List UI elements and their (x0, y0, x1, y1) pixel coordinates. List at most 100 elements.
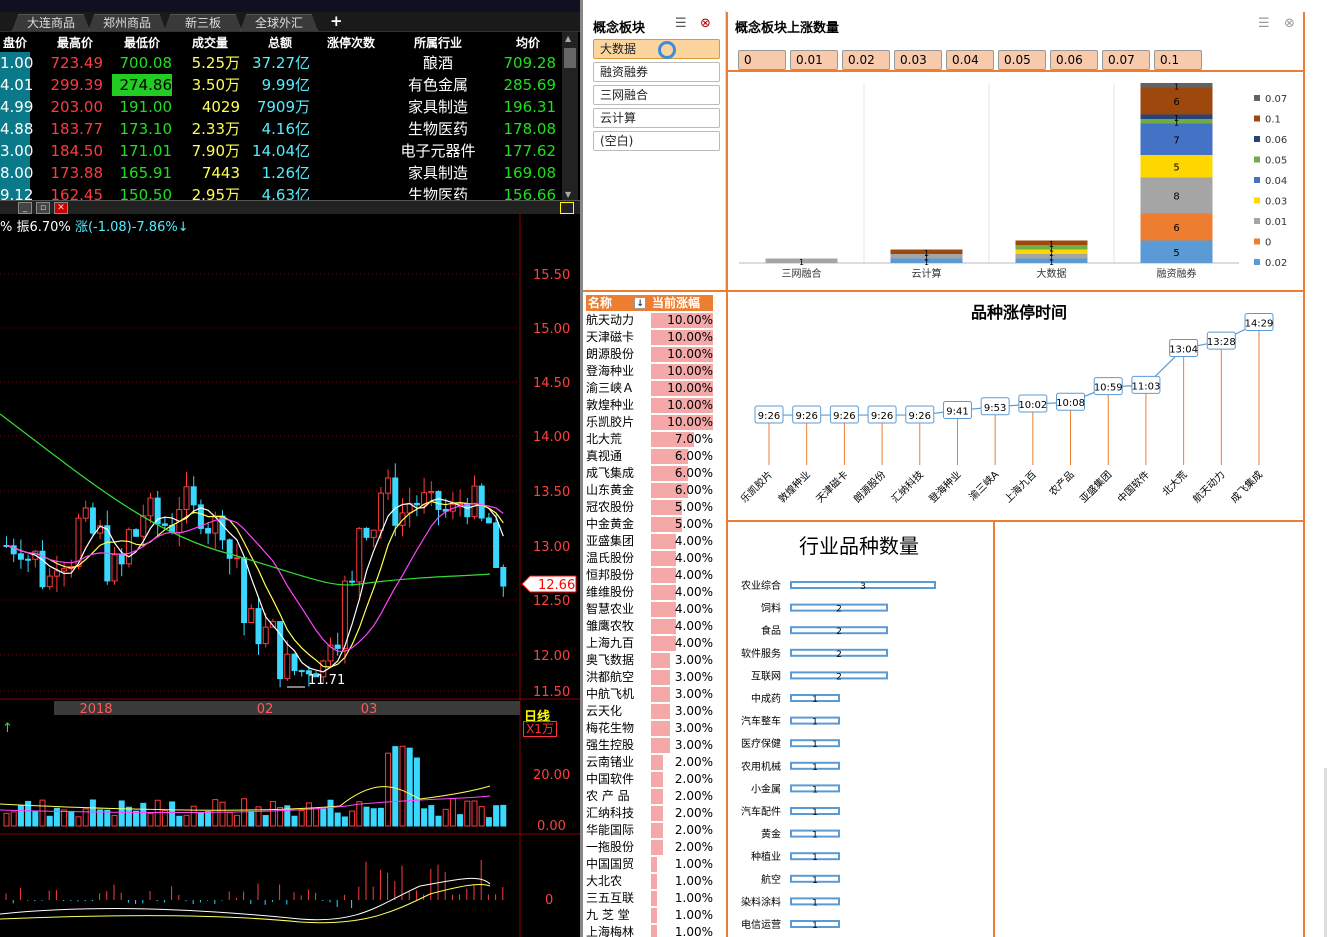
maximize-icon[interactable] (560, 202, 574, 214)
col-industry[interactable]: 所属行业 (400, 34, 476, 51)
stock-row[interactable]: 中国国贸 1.00% (586, 856, 713, 873)
stock-row[interactable]: 九 芝 堂 1.00% (586, 907, 713, 924)
stock-row[interactable]: 一拖股份 2.00% (586, 839, 713, 856)
scroll-thumb[interactable] (564, 48, 576, 68)
volume-bar (385, 752, 392, 827)
volume-bar (32, 810, 39, 827)
quote-row[interactable]: 3.00 184.50 171.01 7.90万 14.04亿 电子元器件 177.62 (0, 140, 562, 162)
tab-neeq[interactable]: 新三板 (164, 14, 242, 31)
tab-zhengzhou[interactable]: 郑州商品 (88, 14, 166, 31)
stock-row[interactable]: 梅花生物 3.00% (586, 720, 713, 737)
filter-button-0_03[interactable]: 0.03 (894, 50, 942, 70)
stock-row[interactable]: 奥飞数据 3.00% (586, 652, 713, 669)
stock-row[interactable]: 洪都航空 3.00% (586, 669, 713, 686)
stock-row[interactable]: 云南锗业 2.00% (586, 754, 713, 771)
stock-row[interactable]: 恒邦股份 4.00% (586, 567, 713, 584)
stock-row[interactable]: 中金黄金 5.00% (586, 516, 713, 533)
volume-bar (248, 810, 255, 827)
quote-scrollbar[interactable]: ▲ ▼ (562, 32, 578, 204)
quote-row[interactable]: 8.00 173.88 165.91 7443 1.26亿 家具制造 169.08 (0, 162, 562, 184)
stock-row[interactable]: 渝三峡Ａ 10.00% (586, 380, 713, 397)
volume-unit[interactable]: X1万 (523, 721, 557, 737)
stock-row[interactable]: 华能国际 2.00% (586, 822, 713, 839)
stock-row[interactable]: 雏鹰农牧 4.00% (586, 618, 713, 635)
add-tab-button[interactable]: + (330, 12, 343, 30)
concept-item-bigdata[interactable]: 大数据 (593, 39, 720, 59)
quote-row[interactable]: 1.00 723.49 700.08 5.25万 37.27亿 酿酒 709.28 (0, 52, 562, 74)
sort-filter-icon[interactable]: ↓ (634, 297, 646, 309)
stock-row[interactable]: 北大荒 7.00% (586, 431, 713, 448)
multiselect-icon[interactable]: ☰ (1258, 16, 1270, 31)
clear-filter-icon[interactable]: ⊗ (1284, 16, 1295, 31)
stock-row[interactable]: 登海种业 10.00% (586, 363, 713, 380)
stock-row[interactable]: 农 产 品 2.00% (586, 788, 713, 805)
stock-row[interactable]: 成飞集成 6.00% (586, 465, 713, 482)
concept-item-cloud[interactable]: 云计算 (593, 108, 720, 128)
col-volume[interactable]: 成交量 (180, 34, 240, 51)
stock-row[interactable]: 汇纳科技 2.00% (586, 805, 713, 822)
stock-row[interactable]: 冠农股份 5.00% (586, 499, 713, 516)
kline-chart-area[interactable]: % 振6.70% 涨(-1.08)-7.86%↓ 15.50 15.00 14.50… (0, 214, 580, 937)
col-change[interactable]: 当前涨幅 (652, 295, 700, 311)
data-label: 1 (1049, 240, 1054, 249)
clear-filter-icon[interactable]: ⊗ (700, 16, 711, 31)
filter-button-0_06[interactable]: 0.06 (1050, 50, 1098, 70)
filter-button-0_01[interactable]: 0.01 (790, 50, 838, 70)
col-low[interactable]: 最低价 (112, 34, 172, 51)
quote-row[interactable]: 4.99 203.00 191.00 4029 7909万 家具制造 196.31 (0, 96, 562, 118)
industry-count-chart[interactable]: 行业品种数量农业综合 3 饲料 2 食品 2 软件服务 2 互联网 2 中成药 1 汽车整车 1 医疗保健 1… (729, 523, 992, 937)
quote-row[interactable]: 4.88 183.77 173.10 2.33万 4.16亿 生物医药 178.08 (0, 118, 562, 140)
col-name[interactable]: 名称 (588, 295, 612, 311)
concept-item-margin[interactable]: 融资融券 (593, 62, 720, 82)
restore-icon[interactable]: ▫ (36, 202, 50, 214)
col-avg[interactable]: 均价 (500, 34, 556, 51)
quote-row[interactable]: 4.01 299.39 274.86 3.50万 9.99亿 有色金属 285.69 (0, 74, 562, 96)
stock-row[interactable]: 航天动力 10.00% (586, 312, 713, 329)
stock-row[interactable]: 三五互联 1.00% (586, 890, 713, 907)
stock-row[interactable]: 大北农 1.00% (586, 873, 713, 890)
filter-button-0[interactable]: 0 (738, 50, 786, 70)
volume-bar (183, 814, 190, 827)
stock-row[interactable]: 上海梅林 1.00% (586, 924, 713, 937)
stock-row[interactable]: 中国软件 2.00% (586, 771, 713, 788)
filter-button-0_04[interactable]: 0.04 (946, 50, 994, 70)
close-icon[interactable]: ✕ (54, 202, 68, 214)
stock-row[interactable]: 山东黄金 6.00% (586, 482, 713, 499)
stock-row[interactable]: 维维股份 4.00% (586, 584, 713, 601)
quote-high: 723.49 (50, 54, 104, 72)
minimize-icon[interactable]: _ (18, 202, 32, 214)
col-limit-up-count[interactable]: 涨停次数 (318, 34, 384, 51)
stock-row[interactable]: 上海九百 4.00% (586, 635, 713, 652)
limit-up-time-chart[interactable]: 品种涨停时间 9:26 乐凯胶片 9:26 敦煌种业 9:26 天津磁卡 9:26 朗源股份 9:… (729, 293, 1304, 519)
filter-button-0_07[interactable]: 0.07 (1102, 50, 1150, 70)
stock-name: 上海梅林 (586, 925, 635, 937)
multiselect-icon[interactable]: ☰ (675, 16, 687, 31)
col-open[interactable]: 盘价 (0, 34, 30, 51)
stock-row[interactable]: 强生控股 3.00% (586, 737, 713, 754)
filter-button-0_05[interactable]: 0.05 (998, 50, 1046, 70)
stock-row[interactable]: 温氏股份 4.00% (586, 550, 713, 567)
stock-row[interactable]: 真视通 6.00% (586, 448, 713, 465)
stock-row[interactable]: 乐凯胶片 10.00% (586, 414, 713, 431)
tab-dalian[interactable]: 大连商品 (12, 14, 90, 31)
candle-body (291, 653, 298, 672)
stock-row[interactable]: 朗源股份 10.00% (586, 346, 713, 363)
col-high[interactable]: 最高价 (45, 34, 105, 51)
stock-row[interactable]: 中航飞机 3.00% (586, 686, 713, 703)
tab-forex[interactable]: 全球外汇 (240, 14, 318, 31)
stock-change: 10.00% (667, 415, 713, 429)
stacked-bar-chart[interactable]: 1三网融合111云计算11111大数据568571161融资融券0.070.10… (729, 73, 1304, 289)
col-amount[interactable]: 总额 (250, 34, 310, 51)
scroll-up-icon[interactable]: ▲ (565, 34, 575, 44)
filter-button-0_1[interactable]: 0.1 (1154, 50, 1202, 70)
concept-item-triple-play[interactable]: 三网融合 (593, 85, 720, 105)
stock-row[interactable]: 天津磁卡 10.00% (586, 329, 713, 346)
stock-row[interactable]: 云天化 3.00% (586, 703, 713, 720)
stock-row[interactable]: 亚盛集团 4.00% (586, 533, 713, 550)
stock-row[interactable]: 智慧农业 4.00% (586, 601, 713, 618)
concept-item-blank[interactable]: (空白) (593, 131, 720, 151)
stock-name: 冠农股份 (586, 500, 635, 514)
scroll-down-icon[interactable]: ▼ (565, 190, 575, 200)
filter-button-0_02[interactable]: 0.02 (842, 50, 890, 70)
stock-row[interactable]: 敦煌种业 10.00% (586, 397, 713, 414)
